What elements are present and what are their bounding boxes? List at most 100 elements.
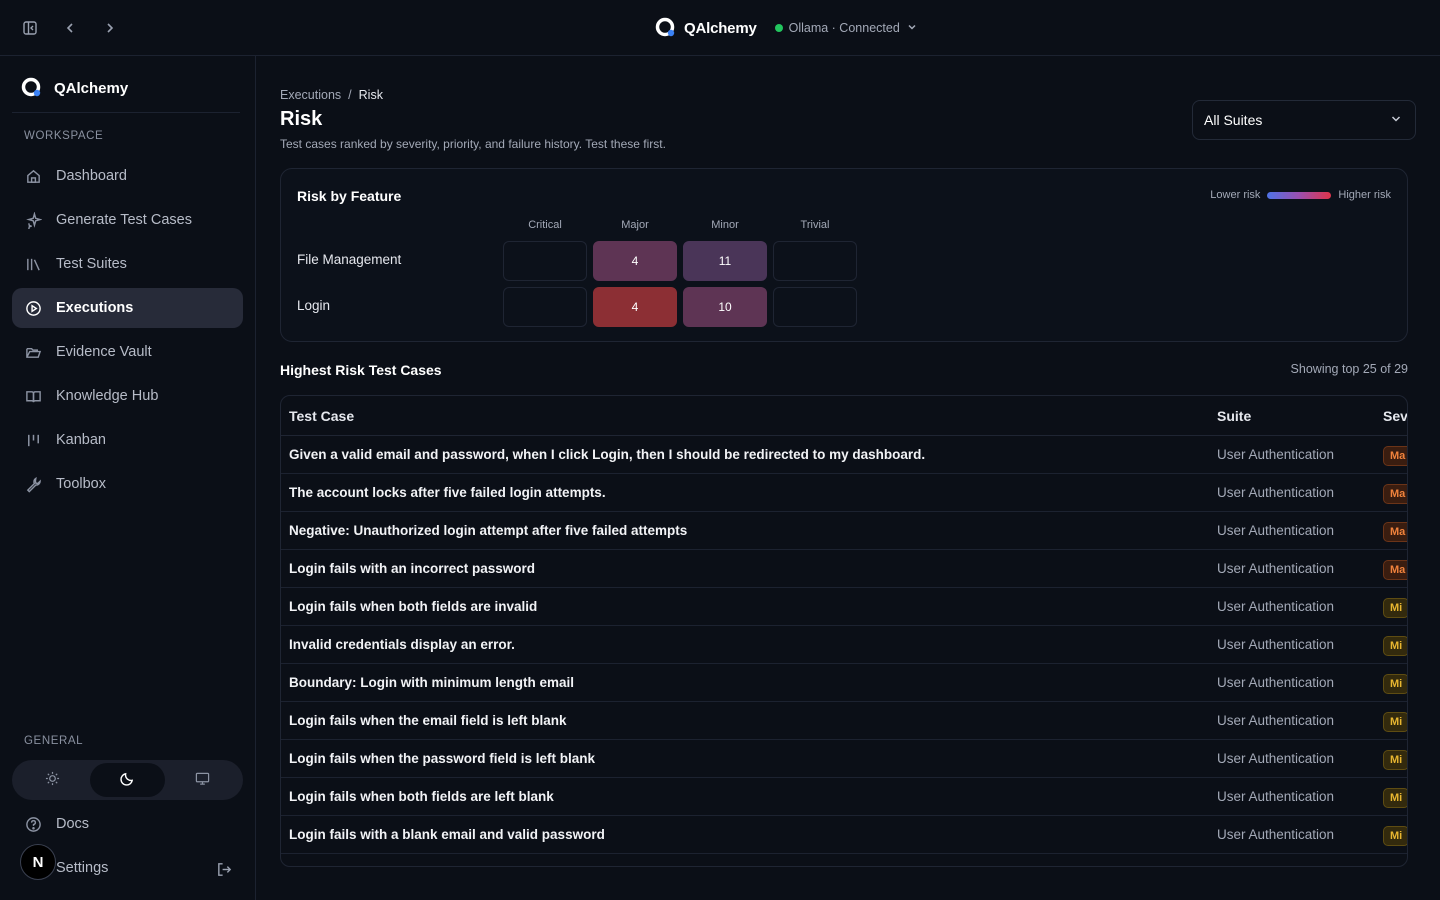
main-content: Executions / Risk Risk Test cases ranked…: [256, 56, 1440, 900]
suite-name: User Authentication: [1217, 447, 1335, 462]
heat-cell[interactable]: [503, 287, 587, 327]
page-title: Risk: [280, 108, 323, 130]
test-case-name[interactable]: Login fails when the password field is l…: [289, 751, 595, 766]
heat-cell[interactable]: 11: [683, 241, 767, 281]
sidebar-item-label: Evidence Vault: [56, 344, 152, 360]
heat-cell[interactable]: [503, 241, 587, 281]
header-test-case[interactable]: Test Case: [289, 408, 354, 424]
test-case-name[interactable]: The account locks after five failed logi…: [289, 485, 606, 500]
suite-name: User Authentication: [1217, 675, 1335, 690]
table-row[interactable]: Login fails when both fields are left bl…: [281, 778, 1407, 816]
sidebar-item-label: Dashboard: [56, 168, 127, 184]
table-row[interactable]: Boundary: Login with minimum length emai…: [281, 664, 1407, 702]
severity-badge: Ma: [1383, 522, 1407, 542]
test-case-name[interactable]: Login fails when both fields are invalid: [289, 599, 537, 614]
sidebar-item-label: Docs: [56, 816, 90, 832]
legend-high-label: Higher risk: [1338, 189, 1391, 201]
table-row[interactable]: Login fails when the password field is l…: [281, 740, 1407, 778]
monitor-icon: [195, 771, 210, 789]
back-icon[interactable]: [58, 16, 82, 40]
severity-badge: Mi: [1383, 598, 1407, 618]
test-case-name[interactable]: Given a valid email and password, when I…: [289, 447, 925, 462]
test-case-name[interactable]: Invalid credentials display an error.: [289, 637, 515, 652]
header-severity[interactable]: Sev: [1383, 408, 1407, 424]
heat-cell[interactable]: [773, 287, 857, 327]
severity-badge: Mi: [1383, 712, 1407, 732]
sidebar-item-label: Executions: [56, 300, 134, 316]
general-label: GENERAL: [24, 735, 84, 747]
home-icon: [24, 167, 42, 185]
severity-badge: Mi: [1383, 826, 1407, 846]
test-case-name[interactable]: Negative: Unauthorized login attempt aft…: [289, 523, 687, 538]
severity-badge: Ma: [1383, 484, 1407, 504]
library-icon: [24, 255, 42, 273]
risk-legend: Lower risk Higher risk: [1210, 189, 1391, 201]
forward-icon[interactable]: [98, 16, 122, 40]
sidebar-item-evidence-vault[interactable]: Evidence Vault: [12, 332, 243, 372]
theme-system-button[interactable]: [165, 763, 240, 797]
sun-icon: [45, 771, 60, 789]
connection-status[interactable]: Ollama · Connected: [774, 21, 918, 36]
kanban-icon: [24, 431, 42, 449]
risk-card-title: Risk by Feature: [297, 188, 402, 204]
moon-icon: [120, 771, 135, 789]
test-case-name[interactable]: Boundary: Login with minimum length emai…: [289, 675, 574, 690]
table-row[interactable]: Invalid credentials display an error. Use…: [281, 626, 1407, 664]
sidebar-toggle-icon[interactable]: [18, 16, 42, 40]
table-row[interactable]: The account locks after five failed logi…: [281, 474, 1407, 512]
play-circle-icon: [24, 299, 42, 317]
sidebar-item-test-suites[interactable]: Test Suites: [12, 244, 243, 284]
severity-badge: Ma: [1383, 560, 1407, 580]
avatar[interactable]: N: [20, 844, 56, 880]
heat-cell[interactable]: [773, 241, 857, 281]
logo-icon: [654, 16, 676, 41]
sidebar-item-executions[interactable]: Executions: [12, 288, 243, 328]
header-suite[interactable]: Suite: [1217, 408, 1251, 424]
table-row[interactable]: Negative: Unauthorized login attempt aft…: [281, 512, 1407, 550]
theme-dark-button[interactable]: [90, 763, 165, 797]
sidebar-item-label: Knowledge Hub: [56, 388, 159, 404]
sidebar-item-kanban[interactable]: Kanban: [12, 420, 243, 460]
heat-cell[interactable]: 10: [683, 287, 767, 327]
feature-label-file-management: File Management: [297, 252, 402, 267]
theme-light-button[interactable]: [15, 763, 90, 797]
breadcrumb-executions[interactable]: Executions: [280, 88, 341, 102]
suite-name: User Authentication: [1217, 751, 1335, 766]
breadcrumb-current: Risk: [358, 88, 383, 102]
heat-cell[interactable]: 4: [593, 241, 677, 281]
test-case-name[interactable]: Login fails with a blank email and valid…: [289, 827, 605, 842]
suite-name: User Authentication: [1217, 637, 1335, 652]
heat-cell[interactable]: 4: [593, 287, 677, 327]
table-row[interactable]: [281, 854, 1407, 866]
sidebar-item-toolbox[interactable]: Toolbox: [12, 464, 243, 504]
column-header-minor: Minor: [711, 219, 739, 231]
logout-icon[interactable]: [214, 859, 234, 879]
table-row[interactable]: Given a valid email and password, when I…: [281, 436, 1407, 474]
suite-name: User Authentication: [1217, 789, 1335, 804]
sidebar-item-label: Kanban: [56, 432, 106, 448]
test-case-name[interactable]: Login fails when both fields are left bl…: [289, 789, 554, 804]
table-row[interactable]: Login fails with a blank email and valid…: [281, 816, 1407, 854]
risk-by-feature-card: Risk by Feature Lower risk Higher risk C…: [280, 168, 1408, 342]
suite-name: User Authentication: [1217, 561, 1335, 576]
suite-filter-value: All Suites: [1204, 112, 1263, 128]
breadcrumb: Executions / Risk: [280, 88, 383, 102]
sidebar-brand[interactable]: QAlchemy: [20, 76, 128, 101]
severity-badge: Mi: [1383, 788, 1407, 808]
legend-gradient: [1267, 191, 1332, 199]
sidebar-item-label: Test Suites: [56, 256, 127, 272]
table-row[interactable]: Login fails with an incorrect password Us…: [281, 550, 1407, 588]
sidebar-item-generate-test-cases[interactable]: Generate Test Cases: [12, 200, 243, 240]
test-case-name[interactable]: Login fails when the email field is left…: [289, 713, 567, 728]
sidebar-item-docs[interactable]: Docs: [12, 804, 243, 844]
theme-switch: [12, 760, 243, 800]
table-row[interactable]: Login fails when the email field is left…: [281, 702, 1407, 740]
suite-filter-select[interactable]: All Suites: [1192, 100, 1416, 140]
sidebar-item-knowledge-hub[interactable]: Knowledge Hub: [12, 376, 243, 416]
sidebar-item-dashboard[interactable]: Dashboard: [12, 156, 243, 196]
app-name: QAlchemy: [684, 19, 757, 37]
chevron-down-icon: [906, 21, 918, 36]
chevron-down-icon: [1389, 112, 1403, 129]
table-row[interactable]: Login fails when both fields are invalid…: [281, 588, 1407, 626]
test-case-name[interactable]: Login fails with an incorrect password: [289, 561, 535, 576]
